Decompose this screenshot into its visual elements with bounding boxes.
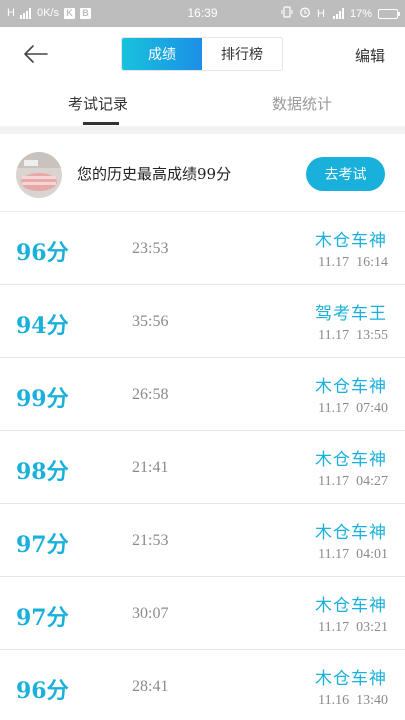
record-date: 11.17 04:27	[318, 474, 388, 489]
record-title: 木仓车神	[315, 450, 387, 470]
battery-percent: 17%	[349, 7, 372, 20]
record-duration: 28:41	[132, 678, 169, 695]
record-duration: 26:58	[132, 386, 169, 403]
edit-button[interactable]: 编辑	[355, 45, 385, 66]
record-title: 木仓车神	[315, 231, 387, 251]
record-row[interactable]: 98分 21:41 木仓车神 11.17 04:27	[0, 431, 405, 504]
tab-data-stats[interactable]: 数据统计	[272, 93, 332, 114]
active-tab-indicator	[83, 122, 119, 125]
back-arrow-icon	[24, 45, 48, 63]
record-score: 94分	[16, 313, 69, 339]
take-exam-button[interactable]: 去考试	[306, 157, 385, 191]
record-score: 98分	[16, 459, 69, 485]
record-title: 木仓车神	[315, 596, 387, 616]
record-score: 99分	[16, 386, 69, 412]
battery-icon	[378, 8, 400, 19]
record-row[interactable]: 97分 30:07 木仓车神 11.17 03:21	[0, 577, 405, 650]
best-score-row: 您的历史最高成绩99分 去考试	[0, 134, 405, 212]
network-type-right: H	[317, 7, 325, 20]
status-right: H 17%	[281, 6, 400, 21]
record-score: 97分	[16, 605, 69, 631]
record-duration: 23:53	[132, 240, 169, 257]
records-list: 96分 23:53 木仓车神 11.17 16:14 94分 35:56 驾考车…	[0, 212, 405, 720]
record-row[interactable]: 96分 28:41 木仓车神 11.16 13:40	[0, 650, 405, 720]
record-duration: 30:07	[132, 605, 169, 622]
segment-control: 成绩 排行榜	[121, 37, 283, 71]
record-title: 驾考车王	[315, 304, 387, 324]
record-row[interactable]: 96分 23:53 木仓车神 11.17 16:14	[0, 212, 405, 285]
record-date: 11.16 13:40	[318, 693, 388, 708]
section-divider	[0, 126, 405, 134]
tab-ranking[interactable]: 排行榜	[202, 38, 282, 70]
record-title: 木仓车神	[315, 523, 387, 543]
record-row[interactable]: 94分 35:56 驾考车王 11.17 13:55	[0, 285, 405, 358]
signal-icon-right	[332, 8, 344, 19]
record-duration: 21:53	[132, 532, 169, 549]
back-button[interactable]	[20, 39, 50, 69]
record-score: 97分	[16, 532, 69, 558]
record-date: 11.17 03:21	[318, 620, 388, 635]
record-score: 96分	[16, 240, 69, 266]
record-date: 11.17 07:40	[318, 401, 388, 416]
record-row[interactable]: 99分 26:58 木仓车神 11.17 07:40	[0, 358, 405, 431]
record-score: 96分	[16, 678, 69, 704]
alarm-icon	[299, 6, 311, 21]
record-title: 木仓车神	[315, 669, 387, 689]
record-date: 11.17 13:55	[318, 328, 388, 343]
best-score-text: 您的历史最高成绩99分	[77, 165, 232, 183]
vibrate-icon	[281, 6, 293, 21]
sub-tabs: 考试记录 数据统计	[0, 82, 405, 126]
tab-score[interactable]: 成绩	[122, 38, 202, 70]
record-duration: 35:56	[132, 313, 169, 330]
tab-exam-records[interactable]: 考试记录	[68, 93, 128, 114]
record-title: 木仓车神	[315, 377, 387, 397]
status-bar: H 0K/s K B 16:39 H 17%	[0, 0, 405, 27]
record-date: 11.17 16:14	[318, 255, 388, 270]
top-nav: 成绩 排行榜 编辑	[0, 27, 405, 82]
record-duration: 21:41	[132, 459, 169, 476]
record-row[interactable]: 97分 21:53 木仓车神 11.17 04:01	[0, 504, 405, 577]
avatar[interactable]	[16, 152, 62, 198]
record-date: 11.17 04:01	[318, 547, 388, 562]
